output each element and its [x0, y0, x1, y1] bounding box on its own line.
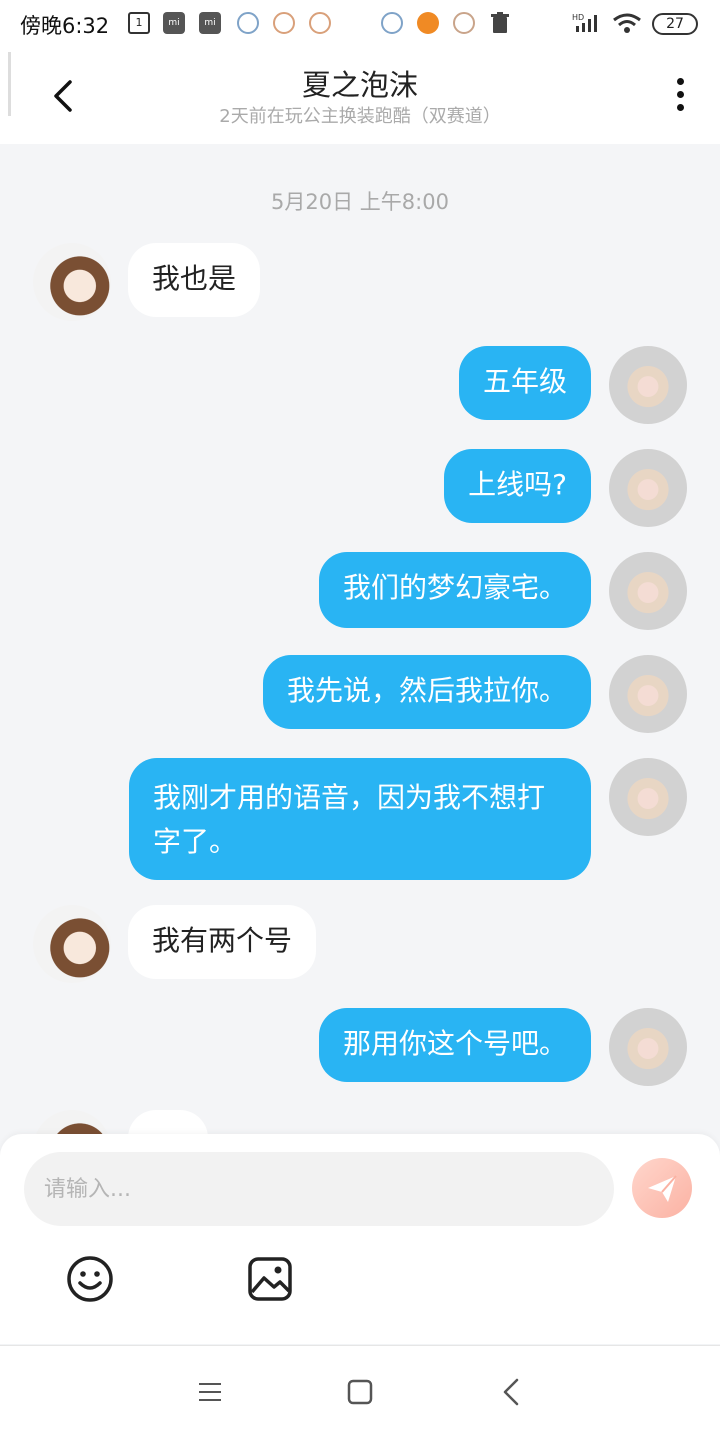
- my-avatar[interactable]: [609, 1008, 687, 1086]
- chat-header: 夏之泡沫 2天前在玩公主换装跑酷（双赛道）: [0, 48, 720, 144]
- message-timestamp: 5月20日 上午8:00: [271, 190, 449, 214]
- menu-button[interactable]: [190, 1372, 230, 1412]
- outgoing-message[interactable]: 我先说，然后我拉你。: [262, 655, 591, 729]
- mi-app-icon-2: mi: [199, 12, 221, 34]
- outgoing-message[interactable]: 我们的梦幻豪宅。: [318, 552, 591, 628]
- contact-name: 夏之泡沫: [301, 68, 418, 102]
- chevron-left-icon: [503, 1378, 519, 1406]
- image-button[interactable]: [245, 1254, 295, 1304]
- incoming-message[interactable]: 我也是: [128, 243, 261, 317]
- home-button[interactable]: [340, 1372, 380, 1412]
- outgoing-message[interactable]: 我刚才用的语音，因为我不想打字了。: [129, 758, 591, 880]
- contact-avatar[interactable]: [33, 905, 111, 983]
- game-app-icon-3: [309, 12, 331, 34]
- basketball-icon: [417, 12, 439, 34]
- more-dot-icon: [676, 91, 684, 98]
- contact-status: 2天前在玩公主换装跑酷（双赛道）: [219, 106, 501, 127]
- system-nav-bar: [0, 1345, 720, 1441]
- my-avatar[interactable]: [609, 449, 687, 527]
- incoming-message[interactable]: 我有两个号: [128, 905, 317, 979]
- more-dot-icon: [676, 78, 684, 85]
- app-icon-5: [453, 12, 475, 34]
- signal-hd-label: HD: [572, 13, 584, 22]
- my-avatar[interactable]: [609, 346, 687, 424]
- wifi-icon: [612, 12, 642, 34]
- paper-plane-icon: [648, 1175, 677, 1202]
- menu-icon: [199, 1383, 221, 1401]
- image-icon: [248, 1257, 292, 1301]
- trash-icon: [489, 12, 511, 34]
- calendar-icon: 1: [128, 12, 150, 34]
- outgoing-message[interactable]: 五年级: [458, 346, 591, 420]
- mi-app-icon: mi: [163, 12, 185, 34]
- send-button[interactable]: [632, 1158, 692, 1218]
- battery-indicator: 27: [652, 13, 698, 35]
- smiley-icon: [67, 1256, 113, 1302]
- emoji-button[interactable]: [65, 1254, 115, 1304]
- home-square-icon: [347, 1379, 373, 1405]
- outgoing-message[interactable]: 那用你这个号吧。: [318, 1008, 591, 1082]
- game-app-icon: [237, 12, 259, 34]
- game-app-icon-4: [381, 12, 403, 34]
- message-input[interactable]: [24, 1152, 614, 1226]
- status-time: 傍晚6:32: [20, 14, 110, 38]
- nav-back-button[interactable]: [492, 1372, 532, 1412]
- game-app-icon-2: [273, 12, 295, 34]
- more-options-button[interactable]: [670, 78, 690, 118]
- my-avatar[interactable]: [609, 552, 687, 630]
- my-avatar[interactable]: [609, 758, 687, 836]
- status-bar: 傍晚6:32 1 mi mi HD 27: [0, 0, 720, 48]
- composer-panel: [0, 1134, 720, 1344]
- signal-icon: HD: [572, 12, 602, 34]
- outgoing-message[interactable]: 上线吗?: [444, 449, 591, 523]
- my-avatar[interactable]: [609, 655, 687, 733]
- more-dot-icon: [676, 104, 684, 111]
- contact-avatar[interactable]: [33, 243, 111, 321]
